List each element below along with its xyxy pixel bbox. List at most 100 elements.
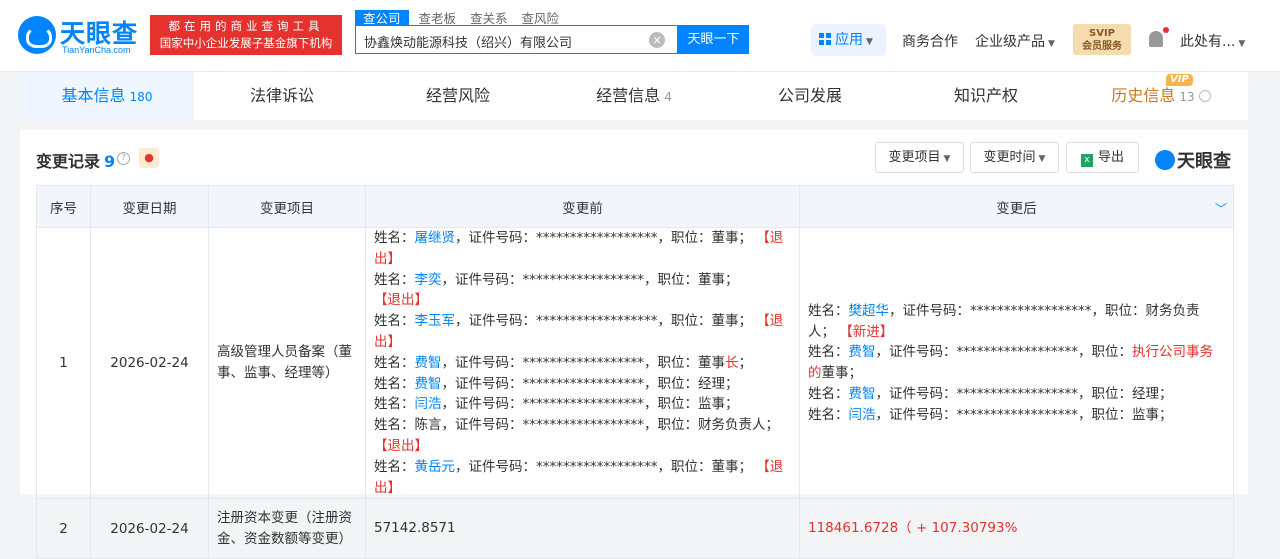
logo[interactable]: 天眼查 TianYanCha.com xyxy=(18,14,146,58)
person-link[interactable]: 闫浩 xyxy=(849,407,876,423)
caret-down-icon: ▼ xyxy=(1048,39,1055,49)
tab-label: 知识产权 xyxy=(953,86,1018,105)
label: 姓名： xyxy=(374,230,415,246)
business-link[interactable]: 商务合作 xyxy=(902,31,958,51)
apps-label: 应用 xyxy=(835,32,863,48)
export-label: 导出 xyxy=(1097,150,1124,165)
slogan-line2: 国家中小企业发展子基金旗下机构 xyxy=(159,36,333,50)
tab-basic-info[interactable]: 基本信息 180 xyxy=(20,72,194,120)
cell-before: 姓名：屠继贤，证件号码：******************，职位：董事； 【退… xyxy=(365,226,800,500)
label: 姓名： xyxy=(374,354,415,371)
clear-icon[interactable]: × xyxy=(649,32,665,48)
change-detail: ，证件号码：******************，职位：董事； xyxy=(455,230,752,246)
change-detail: ，证件号码：******************，职位： xyxy=(875,344,1133,361)
search-input[interactable]: 协鑫焕动能源科技（绍兴）有限公司 × xyxy=(355,25,678,54)
user-menu[interactable]: 此处有... ▼ xyxy=(1180,31,1245,51)
person-link[interactable]: 费智 xyxy=(415,355,442,371)
caret-down-icon: ▼ xyxy=(1238,39,1246,49)
tab-label: 历史信息 xyxy=(1111,86,1176,105)
person-link[interactable]: 李奕 xyxy=(415,272,442,288)
col-header-after-label: 变更后 xyxy=(996,200,1037,217)
table-row: 2 2026-02-24 注册资本变更（注册资金、资金数额等变更） 57142.… xyxy=(36,498,1234,559)
tab-development[interactable]: 公司发展 xyxy=(722,72,898,120)
user-name: 此处有... xyxy=(1180,34,1236,50)
export-button[interactable]: x 导出 xyxy=(1066,142,1139,173)
caret-down-icon: ▼ xyxy=(1038,154,1046,164)
table-header-row: 序号 变更日期 变更项目 变更前 变更后 ﹀ xyxy=(36,185,1234,228)
bell-icon[interactable]: ● xyxy=(139,148,159,168)
help-icon[interactable]: ? xyxy=(117,152,130,165)
change-detail: ，证件号码：******************，职位：监事； xyxy=(875,406,1173,423)
cell-date: 2026-02-24 xyxy=(90,226,209,500)
col-header-date: 变更日期 xyxy=(90,185,209,228)
tab-label: 基本信息 xyxy=(61,86,126,105)
status-tag: 【退出】 xyxy=(374,292,428,309)
tab-risk[interactable]: 经营风险 xyxy=(370,72,546,120)
section-title: 变更记录 9 xyxy=(36,148,115,172)
svip-label: SVIP xyxy=(1089,28,1115,39)
search-tabs: 查公司 查老板 查关系 查风险 xyxy=(355,8,573,27)
tab-label: 公司发展 xyxy=(777,86,842,105)
change-line: 姓名：费智，证件号码：******************，职位：董事长； xyxy=(374,353,791,374)
tab-count: 180 xyxy=(129,90,153,104)
person-link[interactable]: 费智 xyxy=(415,376,442,392)
change-detail: ，证件号码：******************，职位：经理； xyxy=(875,385,1173,402)
change-line: 姓名：费智，证件号码：******************，职位：经理； xyxy=(808,384,1225,405)
person-link[interactable]: 李玉军 xyxy=(415,313,456,329)
col-header-after: 变更后 ﹀ xyxy=(799,185,1234,228)
label: 姓名： xyxy=(374,271,415,288)
tab-count: 4 xyxy=(664,90,672,104)
filter-label: 变更时间 xyxy=(983,150,1036,165)
tab-operation[interactable]: 经营信息 4 xyxy=(546,72,722,120)
svip-button[interactable]: SVIP 会员服务 xyxy=(1073,24,1131,55)
caret-down-icon: ▼ xyxy=(943,154,951,164)
person-link[interactable]: 樊超华 xyxy=(849,303,890,319)
search-input-value: 协鑫焕动能源科技（绍兴）有限公司 xyxy=(364,36,573,51)
change-line: 姓名：闫浩，证件号码：******************，职位：监事； xyxy=(374,394,791,415)
person-link[interactable]: 费智 xyxy=(849,386,876,402)
cell-before: 57142.8571 xyxy=(365,498,800,559)
change-records-panel: 变更记录 9 ? ● 变更项目 ▼ 变更时间 ▼ x 导出 天眼查 序号 变更日期 变更… xyxy=(20,130,1248,559)
change-line: 姓名：樊超华，证件号码：******************，职位：财务负责人；… xyxy=(808,301,1225,343)
slogan-banner: 都在用的商业查询工具 国家中小企业发展子基金旗下机构 xyxy=(150,15,342,55)
filter-change-item-button[interactable]: 变更项目 ▼ xyxy=(875,142,964,173)
col-header-no: 序号 xyxy=(36,185,91,228)
section-title-text: 变更记录 xyxy=(36,152,101,171)
apps-button[interactable]: 应用 ▼ xyxy=(811,24,886,56)
expand-icon[interactable]: ﹀ xyxy=(1215,200,1227,217)
changed-text: 长 xyxy=(725,354,739,371)
enterprise-label: 企业级产品 xyxy=(975,34,1045,50)
label: 姓名： xyxy=(374,417,415,434)
change-line: 姓名：李奕，证件号码：******************，职位：董事； 【退出… xyxy=(374,270,791,312)
enterprise-menu[interactable]: 企业级产品 ▼ xyxy=(975,31,1055,51)
label: 姓名： xyxy=(808,385,849,402)
person-link[interactable]: 费智 xyxy=(849,344,876,360)
change-detail: ，证件号码：******************，职位：董事 xyxy=(441,354,726,371)
grid-icon xyxy=(819,33,831,45)
change-detail-end: ； xyxy=(738,354,753,371)
svip-sublabel: 会员服务 xyxy=(1082,41,1122,52)
filter-change-time-button[interactable]: 变更时间 ▼ xyxy=(970,142,1059,173)
tab-history[interactable]: 历史信息 13 xyxy=(1074,72,1248,120)
col-header-before: 变更前 xyxy=(365,185,800,228)
table-row: 1 2026-02-24 高级管理人员备案（董事、监事、经理等） 姓名：屠继贤，… xyxy=(36,226,1234,500)
tab-ip[interactable]: 知识产权 xyxy=(898,72,1074,120)
tab-legal[interactable]: 法律诉讼 xyxy=(194,72,370,120)
logo-icon xyxy=(18,16,56,54)
person-link[interactable]: 屠继贤 xyxy=(415,230,456,246)
section-count: 9 xyxy=(104,152,116,171)
cell-no: 1 xyxy=(36,226,91,500)
person-link[interactable]: 黄岳元 xyxy=(415,459,456,475)
person-link[interactable]: 闫浩 xyxy=(415,396,442,412)
search-button[interactable]: 天眼一下 xyxy=(678,25,749,54)
logo-subtitle: TianYanCha.com xyxy=(62,45,131,55)
top-bar: 天眼查 TianYanCha.com 都在用的商业查询工具 国家中小企业发展子基… xyxy=(0,0,1280,72)
bell-icon[interactable] xyxy=(1149,31,1163,47)
tab-label: 经营风险 xyxy=(425,86,490,105)
cell-no: 2 xyxy=(36,498,91,559)
change-line: 姓名：费智，证件号码：******************，职位：执行公司事务的… xyxy=(808,342,1225,384)
notification-dot xyxy=(1163,27,1169,33)
change-detail: ，证件号码：******************，职位：董事； xyxy=(441,271,739,288)
change-detail: ，证件号码：******************，职位：董事； xyxy=(455,458,752,475)
person-name: 陈言 xyxy=(414,417,442,434)
